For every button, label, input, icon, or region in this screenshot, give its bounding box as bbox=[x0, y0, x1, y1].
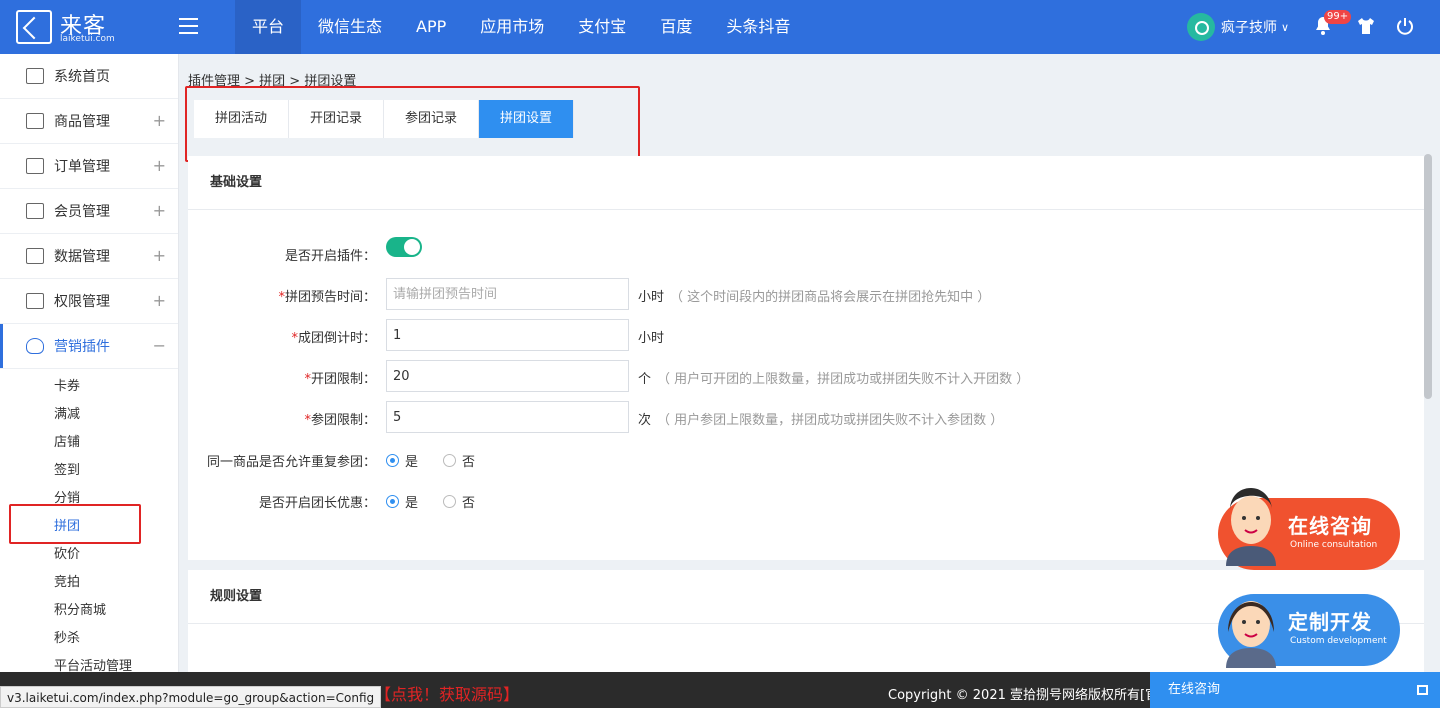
submenu-flash-sale[interactable]: 秒杀 bbox=[0, 625, 178, 653]
sidebar-item-products[interactable]: 商品管理 + bbox=[0, 99, 178, 144]
chat-label: 在线咨询 bbox=[1168, 682, 1221, 697]
submenu-checkin[interactable]: 签到 bbox=[0, 457, 178, 485]
home-icon bbox=[26, 68, 44, 84]
ad-subtitle: Custom development bbox=[1290, 636, 1387, 646]
consultant-avatar-icon bbox=[1226, 488, 1276, 566]
join-limit-input[interactable] bbox=[386, 401, 629, 433]
plus-icon: + bbox=[152, 291, 166, 310]
user-name: 疯子技师 bbox=[1221, 20, 1277, 36]
countdown-unit: 小时 bbox=[638, 331, 665, 346]
ad-title: 在线咨询 bbox=[1288, 514, 1372, 538]
maximize-icon[interactable] bbox=[1417, 685, 1428, 695]
scrollbar[interactable] bbox=[1424, 154, 1432, 399]
get-source-link[interactable]: 【点我！获取源码】 bbox=[375, 681, 519, 705]
online-chat-bar[interactable]: 在线咨询 bbox=[1150, 672, 1440, 708]
open-limit-unit: 个（ 用户可开团的上限数量，拼团成功或拼团失败不计入开团数 ） bbox=[638, 372, 1030, 387]
menu-icon[interactable] bbox=[179, 18, 198, 34]
plus-icon: + bbox=[152, 111, 166, 130]
enable-plugin-label: 是否开启插件： bbox=[284, 249, 376, 264]
leader-discount-yes-radio[interactable]: 是 bbox=[386, 492, 418, 511]
submenu-coupons[interactable]: 卡券 bbox=[0, 373, 178, 401]
logo-icon bbox=[16, 10, 52, 44]
sidebar-item-permissions[interactable]: 权限管理 + bbox=[0, 279, 178, 324]
sidebar-item-label: 会员管理 bbox=[54, 204, 110, 220]
ad-subtitle: Online consultation bbox=[1290, 540, 1378, 550]
repeat-join-yes-radio[interactable]: 是 bbox=[386, 451, 418, 470]
nav-wechat[interactable]: 微信生态 bbox=[301, 0, 399, 54]
leader-discount-no-radio[interactable]: 否 bbox=[443, 492, 475, 511]
nav-app-market[interactable]: 应用市场 bbox=[463, 0, 561, 54]
chevron-down-icon: ∨ bbox=[1281, 20, 1290, 34]
join-limit-unit: 次（ 用户参团上限数量，拼团成功或拼团失败不计入参团数 ） bbox=[638, 413, 1004, 428]
shirt-icon[interactable] bbox=[1357, 17, 1375, 35]
user-menu[interactable]: 疯子技师 ∨ bbox=[1187, 13, 1289, 41]
sidebar-item-orders[interactable]: 订单管理 + bbox=[0, 144, 178, 189]
plus-icon: + bbox=[152, 246, 166, 265]
sidebar-item-label: 订单管理 bbox=[54, 159, 110, 175]
sidebar-item-label: 系统首页 bbox=[54, 69, 110, 85]
enable-plugin-toggle[interactable] bbox=[386, 237, 422, 257]
highlight-box bbox=[9, 504, 141, 544]
plus-icon: + bbox=[152, 156, 166, 175]
highlight-box bbox=[185, 86, 640, 162]
top-nav: 平台 微信生态 APP 应用市场 支付宝 百度 头条抖音 bbox=[235, 0, 807, 54]
nav-platform[interactable]: 平台 bbox=[235, 0, 302, 54]
consultant-avatar-icon bbox=[1226, 601, 1276, 668]
shield-icon bbox=[26, 293, 44, 309]
preview-time-label: *拼团预告时间： bbox=[278, 290, 376, 305]
ad-title: 定制开发 bbox=[1288, 610, 1372, 634]
sidebar-item-label: 权限管理 bbox=[54, 294, 110, 310]
brand-domain: laiketui.com bbox=[60, 34, 115, 44]
logo[interactable]: 来客 laiketui.com bbox=[16, 8, 115, 46]
section-title: 基础设置 bbox=[188, 156, 1424, 210]
repeat-join-label: 同一商品是否允许重复参团： bbox=[206, 455, 376, 470]
sidebar-item-members[interactable]: 会员管理 + bbox=[0, 189, 178, 234]
nav-alipay[interactable]: 支付宝 bbox=[561, 0, 643, 54]
custom-dev-ad[interactable]: 定制开发 Custom development bbox=[1218, 594, 1400, 668]
sidebar-item-marketing[interactable]: 营销插件 − bbox=[0, 324, 178, 369]
nav-app[interactable]: APP bbox=[399, 0, 463, 54]
sidebar-item-home[interactable]: 系统首页 bbox=[0, 54, 178, 99]
order-icon bbox=[26, 158, 44, 174]
notification-badge: 99+ bbox=[1324, 10, 1352, 24]
join-limit-label: *参团限制： bbox=[304, 413, 376, 428]
submenu-bargain[interactable]: 砍价 bbox=[0, 541, 178, 569]
sidebar: 系统首页 商品管理 + 订单管理 + 会员管理 + 数据管理 + 权限管理 + … bbox=[0, 54, 179, 708]
user-icon bbox=[26, 203, 44, 219]
top-bar: 来客 laiketui.com 平台 微信生态 APP 应用市场 支付宝 百度 … bbox=[0, 0, 1440, 54]
submenu-points-mall[interactable]: 积分商城 bbox=[0, 597, 178, 625]
preview-time-unit: 小时（ 这个时间段内的拼团商品将会展示在拼团抢先知中 ） bbox=[638, 290, 991, 305]
minus-icon: − bbox=[152, 336, 166, 355]
open-limit-label: *开团限制： bbox=[304, 372, 376, 387]
countdown-label: *成团倒计时： bbox=[291, 331, 376, 346]
status-url: v3.laiketui.com/index.php?module=go_grou… bbox=[0, 686, 382, 708]
submenu-store[interactable]: 店铺 bbox=[0, 429, 178, 457]
box-icon bbox=[26, 113, 44, 129]
power-icon[interactable] bbox=[1396, 17, 1414, 35]
sidebar-item-data[interactable]: 数据管理 + bbox=[0, 234, 178, 279]
nav-baidu[interactable]: 百度 bbox=[643, 0, 709, 54]
submenu-discount[interactable]: 满减 bbox=[0, 401, 178, 429]
sidebar-item-label: 营销插件 bbox=[54, 339, 110, 355]
preview-time-input[interactable] bbox=[386, 278, 629, 310]
puzzle-icon bbox=[26, 338, 44, 354]
sidebar-item-label: 商品管理 bbox=[54, 114, 110, 130]
nav-toutiao[interactable]: 头条抖音 bbox=[709, 0, 807, 54]
online-consult-ad[interactable]: 在线咨询 Online consultation bbox=[1218, 488, 1400, 570]
submenu-auction[interactable]: 竞拍 bbox=[0, 569, 178, 597]
repeat-join-no-radio[interactable]: 否 bbox=[443, 451, 475, 470]
copyright-text: Copyright © 2021 壹拾捌号网络版权所有[官方 bbox=[888, 688, 1150, 703]
sidebar-item-label: 数据管理 bbox=[54, 249, 110, 265]
leader-discount-label: 是否开启团长优惠： bbox=[258, 496, 376, 511]
chart-icon bbox=[26, 248, 44, 264]
open-limit-input[interactable] bbox=[386, 360, 629, 392]
plus-icon: + bbox=[152, 201, 166, 220]
countdown-input[interactable] bbox=[386, 319, 629, 351]
avatar bbox=[1187, 13, 1215, 41]
